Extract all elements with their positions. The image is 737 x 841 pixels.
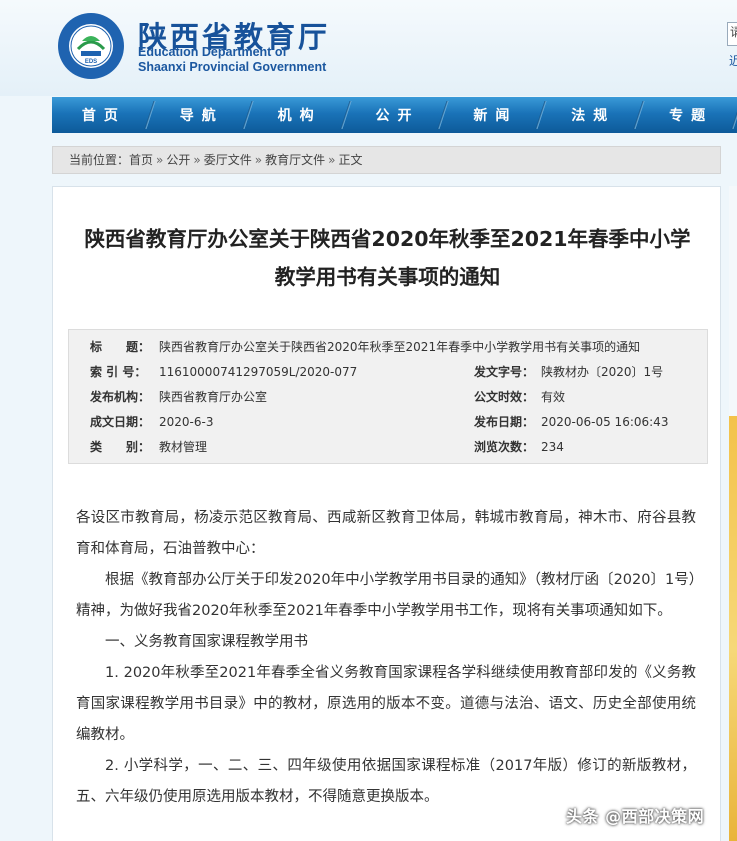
search-advanced-link[interactable]: 近 bbox=[729, 52, 737, 69]
article-body: 各设区市教育局，杨凌示范区教育局、西咸新区教育卫体局，韩城市教育局，神木市、府谷… bbox=[76, 503, 696, 813]
meta-row-category: 类 别： 教材管理 浏览次数： 234 bbox=[69, 435, 709, 460]
breadcrumb-item-home[interactable]: 首页 bbox=[129, 153, 153, 167]
meta-created-label: 成文日期： bbox=[90, 415, 151, 429]
main-nav: 首页 导航 机构 公开 新闻 法规 专题 bbox=[52, 97, 737, 133]
meta-docno-value: 陕教材办〔2020〕1号 bbox=[541, 365, 664, 379]
breadcrumb-item-department-files[interactable]: 委厅文件 bbox=[204, 153, 252, 167]
nav-item-public[interactable]: 公开 bbox=[346, 97, 444, 133]
breadcrumb-item-current: 正文 bbox=[338, 153, 363, 167]
breadcrumb-separator: » bbox=[254, 153, 263, 167]
nav-item-topics[interactable]: 专题 bbox=[639, 97, 737, 133]
source-watermark: 头条 @西部决策网 bbox=[566, 807, 705, 826]
nav-item-regulations[interactable]: 法规 bbox=[541, 97, 639, 133]
breadcrumb-item-public[interactable]: 公开 bbox=[166, 153, 190, 167]
article-title-line1: 陕西省教育厅办公室关于陕西省2020年秋季至2021年春季中小学 bbox=[84, 227, 691, 251]
meta-row-index: 索 引 号： 11610000741297059L/2020-077 发文字号：… bbox=[69, 360, 709, 385]
meta-published-value: 2020-06-05 16:06:43 bbox=[541, 415, 669, 429]
meta-category-label: 类 别： bbox=[90, 440, 151, 454]
meta-views-label: 浏览次数： bbox=[474, 440, 535, 454]
meta-views-value: 234 bbox=[541, 440, 564, 454]
article-paragraph: 1. 2020年秋季至2021年春季全省义务教育国家课程各学科继续使用教育部印发… bbox=[76, 665, 696, 743]
site-title-en-line2: Shaanxi Provincial Government bbox=[138, 60, 327, 74]
meta-row-issuer: 发布机构： 陕西省教育厅办公室 公文时效： 有效 bbox=[69, 385, 709, 410]
meta-docno-label: 发文字号： bbox=[474, 365, 535, 379]
meta-category-value: 教材管理 bbox=[159, 440, 208, 454]
meta-index-label: 索 引 号： bbox=[90, 365, 147, 379]
article-section-heading: 一、义务教育国家课程教学用书 bbox=[105, 634, 308, 650]
breadcrumb-separator: » bbox=[193, 153, 201, 167]
meta-title-label: 标 题： bbox=[90, 340, 151, 354]
education-department-seal-icon: EDS bbox=[58, 13, 124, 79]
article-title-line2: 教学用书有关事项的通知 bbox=[274, 265, 501, 289]
article-container: 陕西省教育厅办公室关于陕西省2020年秋季至2021年春季中小学 教学用书有关事… bbox=[52, 186, 721, 841]
meta-index-value: 11610000741297059L/2020-077 bbox=[159, 365, 358, 379]
article-paragraph: 根据《教育部办公厅关于印发2020年中小学教学用书目录的通知》（教材厅函〔202… bbox=[76, 572, 696, 619]
nav-item-guide[interactable]: 导航 bbox=[150, 97, 248, 133]
breadcrumb: 当前位置：首页» 公开» 委厅文件» 教育厅文件» 正文 bbox=[52, 146, 721, 174]
meta-validity-value: 有效 bbox=[541, 390, 566, 404]
meta-row-title: 标 题： 陕西省教育厅办公室关于陕西省2020年秋季至2021年春季中小学教学用… bbox=[69, 335, 709, 360]
article-title: 陕西省教育厅办公室关于陕西省2020年秋季至2021年春季中小学 教学用书有关事… bbox=[53, 220, 722, 296]
breadcrumb-separator: » bbox=[156, 153, 164, 167]
breadcrumb-separator: » bbox=[328, 153, 336, 167]
site-title-en-line1: Education Department of bbox=[138, 45, 287, 59]
site-header: EDS 陕西省教育厅 Education Department of Shaan… bbox=[0, 0, 737, 96]
meta-created-value: 2020-6-3 bbox=[159, 415, 214, 429]
meta-validity-label: 公文时效： bbox=[474, 390, 535, 404]
svg-text:EDS: EDS bbox=[85, 59, 97, 65]
nav-item-organization[interactable]: 机构 bbox=[248, 97, 346, 133]
meta-issuer-value: 陕西省教育厅办公室 bbox=[159, 390, 268, 404]
breadcrumb-prefix: 当前位置： bbox=[69, 153, 130, 167]
article-paragraph-salutation: 各设区市教育局，杨凌示范区教育局、西咸新区教育卫体局，韩城市教育局，神木市、府谷… bbox=[76, 510, 696, 557]
nav-item-home[interactable]: 首页 bbox=[52, 97, 150, 133]
breadcrumb-item-education-files[interactable]: 教育厅文件 bbox=[265, 153, 325, 167]
meta-title-value: 陕西省教育厅办公室关于陕西省2020年秋季至2021年春季中小学教学用书有关事项… bbox=[159, 340, 641, 354]
document-metadata-box: 标 题： 陕西省教育厅办公室关于陕西省2020年秋季至2021年春季中小学教学用… bbox=[68, 329, 708, 464]
search-input[interactable]: 请 bbox=[727, 22, 737, 46]
meta-published-label: 发布日期： bbox=[474, 415, 535, 429]
right-side-banner bbox=[729, 416, 737, 841]
nav-item-news[interactable]: 新闻 bbox=[443, 97, 541, 133]
meta-issuer-label: 发布机构： bbox=[90, 390, 151, 404]
right-side-panel bbox=[729, 186, 737, 416]
meta-row-dates: 成文日期： 2020-6-3 发布日期： 2020-06-05 16:06:43 bbox=[69, 410, 709, 435]
